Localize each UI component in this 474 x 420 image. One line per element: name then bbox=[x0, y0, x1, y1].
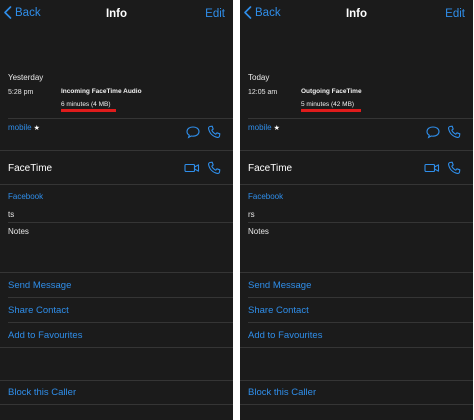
call-button[interactable] bbox=[447, 125, 461, 139]
divider bbox=[248, 322, 473, 323]
contact-info-panel-left: Back Info Edit Yesterday 5:28 pm Incomin… bbox=[0, 0, 233, 420]
call-duration: 6 minutes (4 MB) bbox=[61, 101, 111, 108]
add-to-favourites-button[interactable]: Add to Favourites bbox=[248, 330, 322, 341]
duration-highlight-underline bbox=[301, 109, 361, 112]
divider bbox=[248, 118, 473, 119]
divider bbox=[248, 222, 473, 223]
facebook-link[interactable]: Facebook bbox=[8, 192, 43, 201]
navigation-bar: Back Info Edit bbox=[0, 0, 233, 30]
favourite-star-icon: ★ bbox=[273, 125, 280, 132]
call-type: Incoming FaceTime Audio bbox=[61, 88, 142, 95]
send-message-button[interactable]: Send Message bbox=[8, 280, 71, 291]
divider bbox=[240, 272, 473, 273]
facetime-video-button[interactable] bbox=[424, 161, 440, 175]
facebook-link[interactable]: Facebook bbox=[248, 192, 283, 201]
phone-label[interactable]: mobile ★ bbox=[8, 123, 40, 132]
facetime-label: FaceTime bbox=[8, 163, 53, 174]
message-button[interactable] bbox=[186, 125, 200, 139]
call-day: Yesterday bbox=[8, 73, 44, 82]
favourite-star-icon: ★ bbox=[33, 125, 40, 132]
phone-icon bbox=[448, 161, 461, 174]
facetime-audio-button[interactable] bbox=[447, 161, 461, 175]
video-icon bbox=[424, 163, 440, 173]
page-title: Info bbox=[345, 8, 368, 20]
notes-field[interactable]: Notes bbox=[248, 227, 269, 236]
duration-highlight-underline bbox=[61, 109, 116, 112]
divider bbox=[0, 347, 233, 348]
divider bbox=[240, 150, 473, 151]
phone-label[interactable]: mobile ★ bbox=[248, 123, 280, 132]
page-title: Info bbox=[105, 8, 128, 20]
phone-icon bbox=[208, 161, 221, 174]
divider bbox=[8, 118, 233, 119]
block-caller-button[interactable]: Block this Caller bbox=[248, 387, 316, 398]
divider bbox=[240, 184, 473, 185]
share-contact-button[interactable]: Share Contact bbox=[8, 305, 69, 316]
call-duration: 5 minutes (42 MB) bbox=[301, 101, 355, 108]
send-message-button[interactable]: Send Message bbox=[248, 280, 311, 291]
divider bbox=[8, 322, 233, 323]
divider bbox=[248, 297, 473, 298]
facetime-audio-button[interactable] bbox=[207, 161, 221, 175]
call-time: 12:05 am bbox=[248, 89, 278, 96]
phone-icon bbox=[448, 125, 461, 138]
divider bbox=[0, 150, 233, 151]
share-contact-button[interactable]: Share Contact bbox=[248, 305, 309, 316]
video-icon bbox=[184, 163, 200, 173]
call-time: 5:28 pm bbox=[8, 89, 34, 96]
call-button[interactable] bbox=[207, 125, 221, 139]
divider bbox=[8, 297, 233, 298]
divider bbox=[240, 380, 473, 381]
block-caller-button[interactable]: Block this Caller bbox=[8, 387, 76, 398]
divider bbox=[240, 404, 473, 405]
divider bbox=[0, 184, 233, 185]
divider bbox=[0, 380, 233, 381]
notes-field[interactable]: Notes bbox=[8, 227, 29, 236]
facebook-value: rs bbox=[248, 210, 255, 219]
call-day: Today bbox=[248, 73, 270, 82]
divider bbox=[240, 347, 473, 348]
contact-info-panel-right: Back Info Edit Today 12:05 am Outgoing F… bbox=[240, 0, 473, 420]
facetime-label: FaceTime bbox=[248, 163, 293, 174]
message-button[interactable] bbox=[426, 125, 440, 139]
call-type: Outgoing FaceTime bbox=[301, 88, 362, 95]
edit-button[interactable]: Edit bbox=[205, 8, 225, 20]
divider bbox=[0, 272, 233, 273]
add-to-favourites-button[interactable]: Add to Favourites bbox=[8, 330, 82, 341]
navigation-bar: Back Info Edit bbox=[240, 0, 473, 30]
phone-icon bbox=[208, 125, 221, 138]
message-icon bbox=[426, 126, 440, 139]
facebook-value: ts bbox=[8, 210, 15, 219]
message-icon bbox=[186, 126, 200, 139]
divider bbox=[0, 404, 233, 405]
facetime-video-button[interactable] bbox=[184, 161, 200, 175]
divider bbox=[8, 222, 233, 223]
edit-button[interactable]: Edit bbox=[445, 8, 465, 20]
